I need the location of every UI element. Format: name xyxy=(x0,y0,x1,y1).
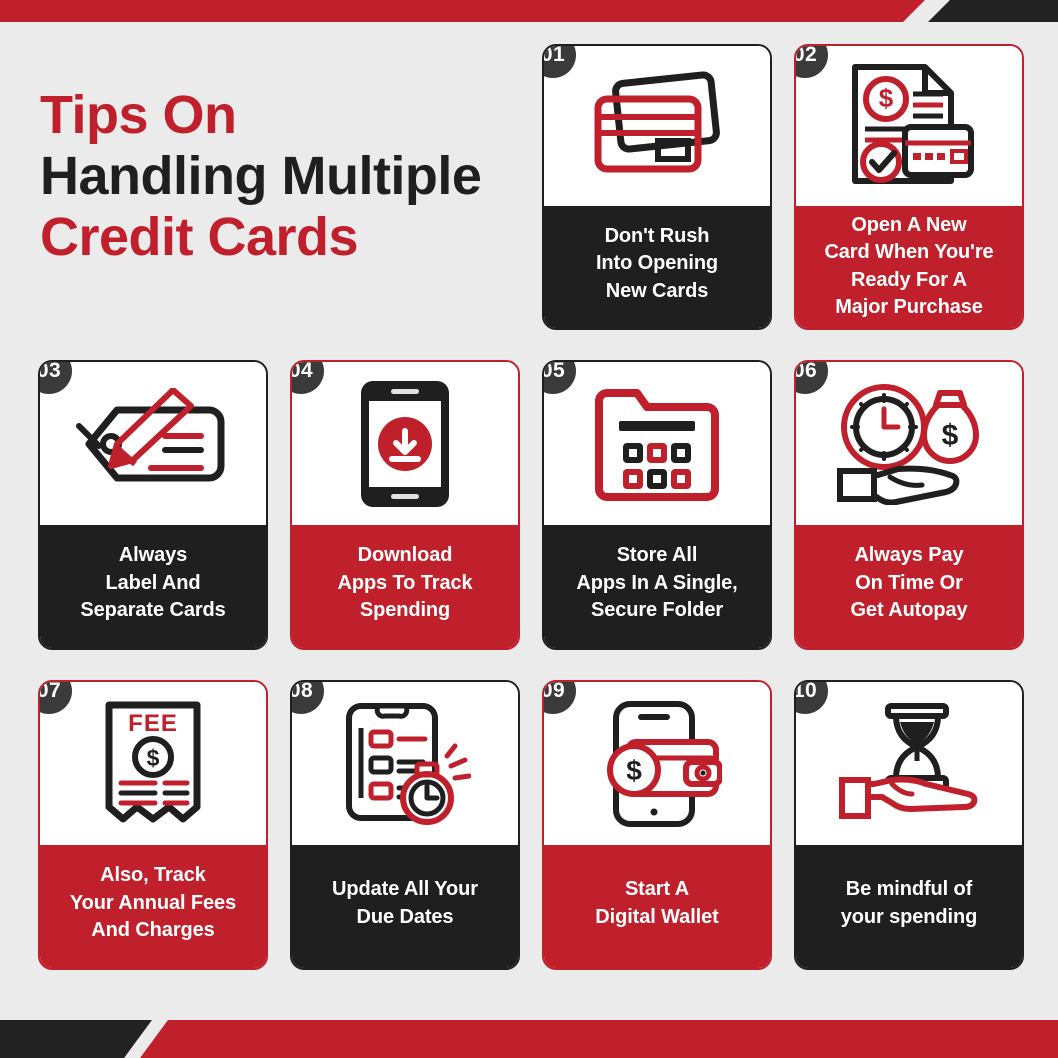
tip-card-08[interactable]: 08 Update All Your Due Dates xyxy=(290,680,520,970)
tip-card-07[interactable]: 07 FEE $ Also, Track Your Annual Fees An… xyxy=(38,680,268,970)
tip-card-09[interactable]: 09 $ Start A Digital Wallet xyxy=(542,680,772,970)
tip-card-cell-10: 10 Be mindful of your spending xyxy=(794,680,1024,970)
svg-text:$: $ xyxy=(626,755,642,786)
tip-card-label: Start A Digital Wallet xyxy=(544,845,770,968)
tip-card-cell-05: 05 Store All Apps In A Single, Secure Fo… xyxy=(542,360,772,650)
top-decoration-bar xyxy=(0,0,1058,22)
svg-text:$: $ xyxy=(147,745,160,771)
fee-receipt-dollar-icon: FEE $ xyxy=(40,682,266,845)
document-dollar-card-icon: $ xyxy=(796,46,1022,206)
svg-text:$: $ xyxy=(942,419,959,452)
tip-card-03[interactable]: 03 Always Label And Separate Cards xyxy=(38,360,268,650)
tip-card-label: Store All Apps In A Single, Secure Folde… xyxy=(544,525,770,648)
tip-card-label: Always Pay On Time Or Get Autopay xyxy=(796,525,1022,648)
folder-apps-grid-icon xyxy=(544,362,770,525)
tip-card-label: Download Apps To Track Spending xyxy=(292,525,518,648)
tip-card-04[interactable]: 04 Download Apps To Track Spending xyxy=(290,360,520,650)
svg-text:FEE: FEE xyxy=(128,710,178,737)
tip-card-cell-08: 08 Update All Your Due Dates xyxy=(290,680,520,970)
top-bar-dark-segment xyxy=(928,0,1058,22)
tip-card-label: Update All Your Due Dates xyxy=(292,845,518,968)
tip-card-cell-01: 01 Don't Rush Into Opening New Cards xyxy=(542,44,772,330)
tip-card-label: Be mindful of your spending xyxy=(796,845,1022,968)
bottom-bar-red-segment xyxy=(140,1020,1058,1058)
tip-card-cell-07: 07 FEE $ Also, Track Your Annual Fees An… xyxy=(38,680,268,970)
bottom-bar-dark-segment xyxy=(0,1020,152,1058)
stacked-credit-cards-icon xyxy=(544,46,770,206)
infographic-page: Tips On Handling Multiple Credit Cards 0… xyxy=(0,0,1058,1058)
tip-card-10[interactable]: 10 Be mindful of your spending xyxy=(794,680,1024,970)
phone-wallet-dollar-icon: $ xyxy=(544,682,770,845)
hourglass-hand-icon xyxy=(796,682,1022,845)
tip-card-label: Always Label And Separate Cards xyxy=(40,525,266,648)
tip-card-cell-06: 06 $ Always Pay On Time Or Get Autopay xyxy=(794,360,1024,650)
tip-card-label: Don't Rush Into Opening New Cards xyxy=(544,206,770,328)
tip-card-cell-02: 02 $ Open A New Card When You're Ready F… xyxy=(794,44,1024,330)
tag-pencil-label-icon xyxy=(40,362,266,525)
phone-download-app-icon xyxy=(292,362,518,525)
tip-card-05[interactable]: 05 Store All Apps In A Single, Secure Fo… xyxy=(542,360,772,650)
bottom-decoration-bar xyxy=(0,1020,1058,1058)
svg-text:$: $ xyxy=(879,83,894,113)
tips-card-grid: 01 Don't Rush Into Opening New Cards 02 $ xyxy=(38,44,1030,984)
tip-card-02[interactable]: 02 $ Open A New Card When You're Ready F… xyxy=(794,44,1024,330)
tip-card-06[interactable]: 06 $ Always Pay On Time Or Get Autopay xyxy=(794,360,1024,650)
tip-card-cell-04: 04 Download Apps To Track Spending xyxy=(290,360,520,650)
tip-card-label: Also, Track Your Annual Fees And Charges xyxy=(40,845,266,968)
checklist-alarm-clock-icon xyxy=(292,682,518,845)
top-bar-red-segment xyxy=(0,0,925,22)
tip-card-cell-09: 09 $ Start A Digital Wallet xyxy=(542,680,772,970)
tip-card-label: Open A New Card When You're Ready For A … xyxy=(796,206,1022,328)
clock-money-bag-hand-icon: $ xyxy=(796,362,1022,525)
tip-card-cell-03: 03 Always Label And Separate Cards xyxy=(38,360,268,650)
tip-card-01[interactable]: 01 Don't Rush Into Opening New Cards xyxy=(542,44,772,330)
